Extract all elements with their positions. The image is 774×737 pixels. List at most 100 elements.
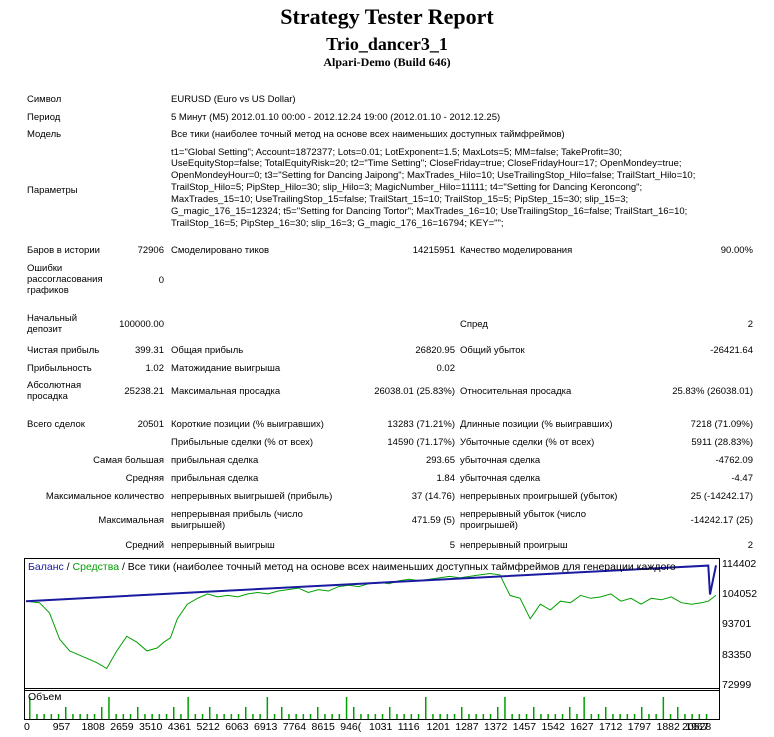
net-profit-label: Чистая прибыль <box>27 345 100 356</box>
x-tick-label: 1808 <box>81 721 105 733</box>
profit-trades-label: Прибыльные сделки (% от всех) <box>171 437 314 448</box>
volume-bar <box>381 714 384 719</box>
x-tick-label: 957 <box>52 721 71 733</box>
volume-label: Объем <box>28 691 62 703</box>
gross-loss-value: -26421.64 <box>710 345 753 356</box>
volume-bar <box>129 714 132 719</box>
volume-bar <box>137 707 139 719</box>
avg-consec-wins-label: непрерывный выигрыш <box>171 540 275 551</box>
quality-label: Качество моделирования <box>460 245 573 256</box>
payoff-label: Матожидание выигрыша <box>171 363 281 374</box>
avg-consec-wins-value: 5 <box>449 540 455 551</box>
x-tick-label: 1201 <box>426 721 450 733</box>
volume-bar <box>504 697 506 719</box>
server-build: Alpari-Demo (Build 646) <box>323 55 451 69</box>
volume-bar <box>561 714 564 719</box>
volume-bar <box>86 714 89 719</box>
volume-bar <box>518 714 521 719</box>
volume-bar <box>410 714 413 719</box>
params-line: t1="Global Setting"; Account=1872377; Lo… <box>171 147 622 158</box>
volume-bar <box>353 707 355 719</box>
average-loss-label: убыточная сделка <box>460 473 541 484</box>
x-tick-label: 4361 <box>167 721 192 733</box>
volume-bar <box>93 714 96 719</box>
volume-bar <box>295 714 297 719</box>
max-consec-wins-value: 37 (14.76) <box>411 491 455 502</box>
x-tick-label: 1627 <box>570 721 594 733</box>
payoff-value: 0.02 <box>436 363 456 374</box>
volume-bar <box>158 714 161 719</box>
balance-chart <box>24 558 720 691</box>
volume-bar <box>245 707 247 719</box>
largest-profit-value: 293.65 <box>425 455 455 466</box>
x-tick-label: 6063 <box>225 721 249 733</box>
volume-bar <box>533 707 535 719</box>
volume-bar <box>605 707 607 719</box>
volume-bar <box>165 714 168 719</box>
volume-bar <box>43 714 45 719</box>
volume-bar <box>662 697 665 719</box>
x-tick-label: 8615 <box>311 721 335 733</box>
volume-bar <box>489 714 492 719</box>
loss-trades-label: Убыточные сделки (% от всех) <box>460 437 595 448</box>
ticks-label: Смоделировано тиков <box>171 245 270 256</box>
volume-bar <box>324 714 326 719</box>
volume-bar <box>360 714 362 719</box>
largest-profit-label: прибыльная сделка <box>171 455 259 466</box>
x-tick-label: 5212 <box>196 721 220 733</box>
max-consec-losses-value: 25 (-14242.17) <box>690 491 753 502</box>
legend-separator: / <box>63 561 73 573</box>
x-tick-label: 1797 <box>627 721 652 733</box>
volume-bar <box>468 714 470 719</box>
max-consec-losses-label: непрерывных проигрышей (убыток) <box>460 491 618 502</box>
x-axis: 0 957 1808 2659 3510 4361 5212 6063 6913 7764 8615… <box>24 721 718 735</box>
volume-bar <box>115 714 117 719</box>
equity-line <box>25 572 717 670</box>
volume-bar <box>72 714 74 719</box>
profit-trades-value: 14590 (71.17%) <box>387 437 455 448</box>
volume-bar <box>57 714 60 719</box>
spread-value: 2 <box>747 319 753 330</box>
volume-bar <box>705 714 708 719</box>
volume-bar <box>691 714 693 719</box>
maximal-label: Максимальная <box>98 515 164 526</box>
largest-label: Самая большая <box>93 455 164 466</box>
period-label: Период <box>27 112 61 123</box>
volume-bar <box>79 714 81 719</box>
x-tick-label: 0 <box>24 721 30 733</box>
legend-balance: Баланс <box>28 561 64 573</box>
abs-drawdown-value: 25238.21 <box>124 386 164 397</box>
volume-bar <box>230 714 233 719</box>
volume-bar <box>475 714 477 719</box>
volume-bar <box>151 714 153 719</box>
volume-bar <box>108 697 110 719</box>
spread-label: Спред <box>460 319 488 330</box>
max-consec-loss-label: непрерывный убыток (число проигрышей) <box>460 509 586 531</box>
period-value: 5 Минут (M5) 2012.01.10 00:00 - 2012.12.… <box>171 112 501 123</box>
volume-bar <box>281 707 283 719</box>
profit-factor-label: Прибыльность <box>27 363 92 374</box>
volume-bar <box>461 707 463 719</box>
volume-bar <box>525 714 528 719</box>
volume-bar <box>338 714 341 719</box>
volume-bar <box>453 714 456 719</box>
volume-bar <box>511 714 513 719</box>
y-tick-label: 114402 <box>722 558 757 570</box>
max-count-label: Максимальное количество <box>45 491 164 502</box>
rel-drawdown-label: Относительная просадка <box>460 386 572 397</box>
params-label: Параметры <box>27 185 78 196</box>
volume-bar <box>425 697 427 719</box>
max-consec-wins-label: непрерывных выигрышей (прибыль) <box>171 491 333 502</box>
gross-profit-value: 26820.95 <box>415 345 455 356</box>
average-loss-value: -4.47 <box>731 473 753 484</box>
volume-bar <box>223 714 225 719</box>
legend-equity: Средства <box>72 561 120 573</box>
volume-bar <box>317 707 319 719</box>
x-tick-label: 1287 <box>455 721 479 733</box>
volume-bar <box>302 714 305 719</box>
volume-bar <box>173 707 175 719</box>
volume-bar <box>180 714 182 719</box>
volume-bar <box>633 714 636 719</box>
volume-bar <box>273 714 276 719</box>
average-profit-label: прибыльная сделка <box>171 473 259 484</box>
